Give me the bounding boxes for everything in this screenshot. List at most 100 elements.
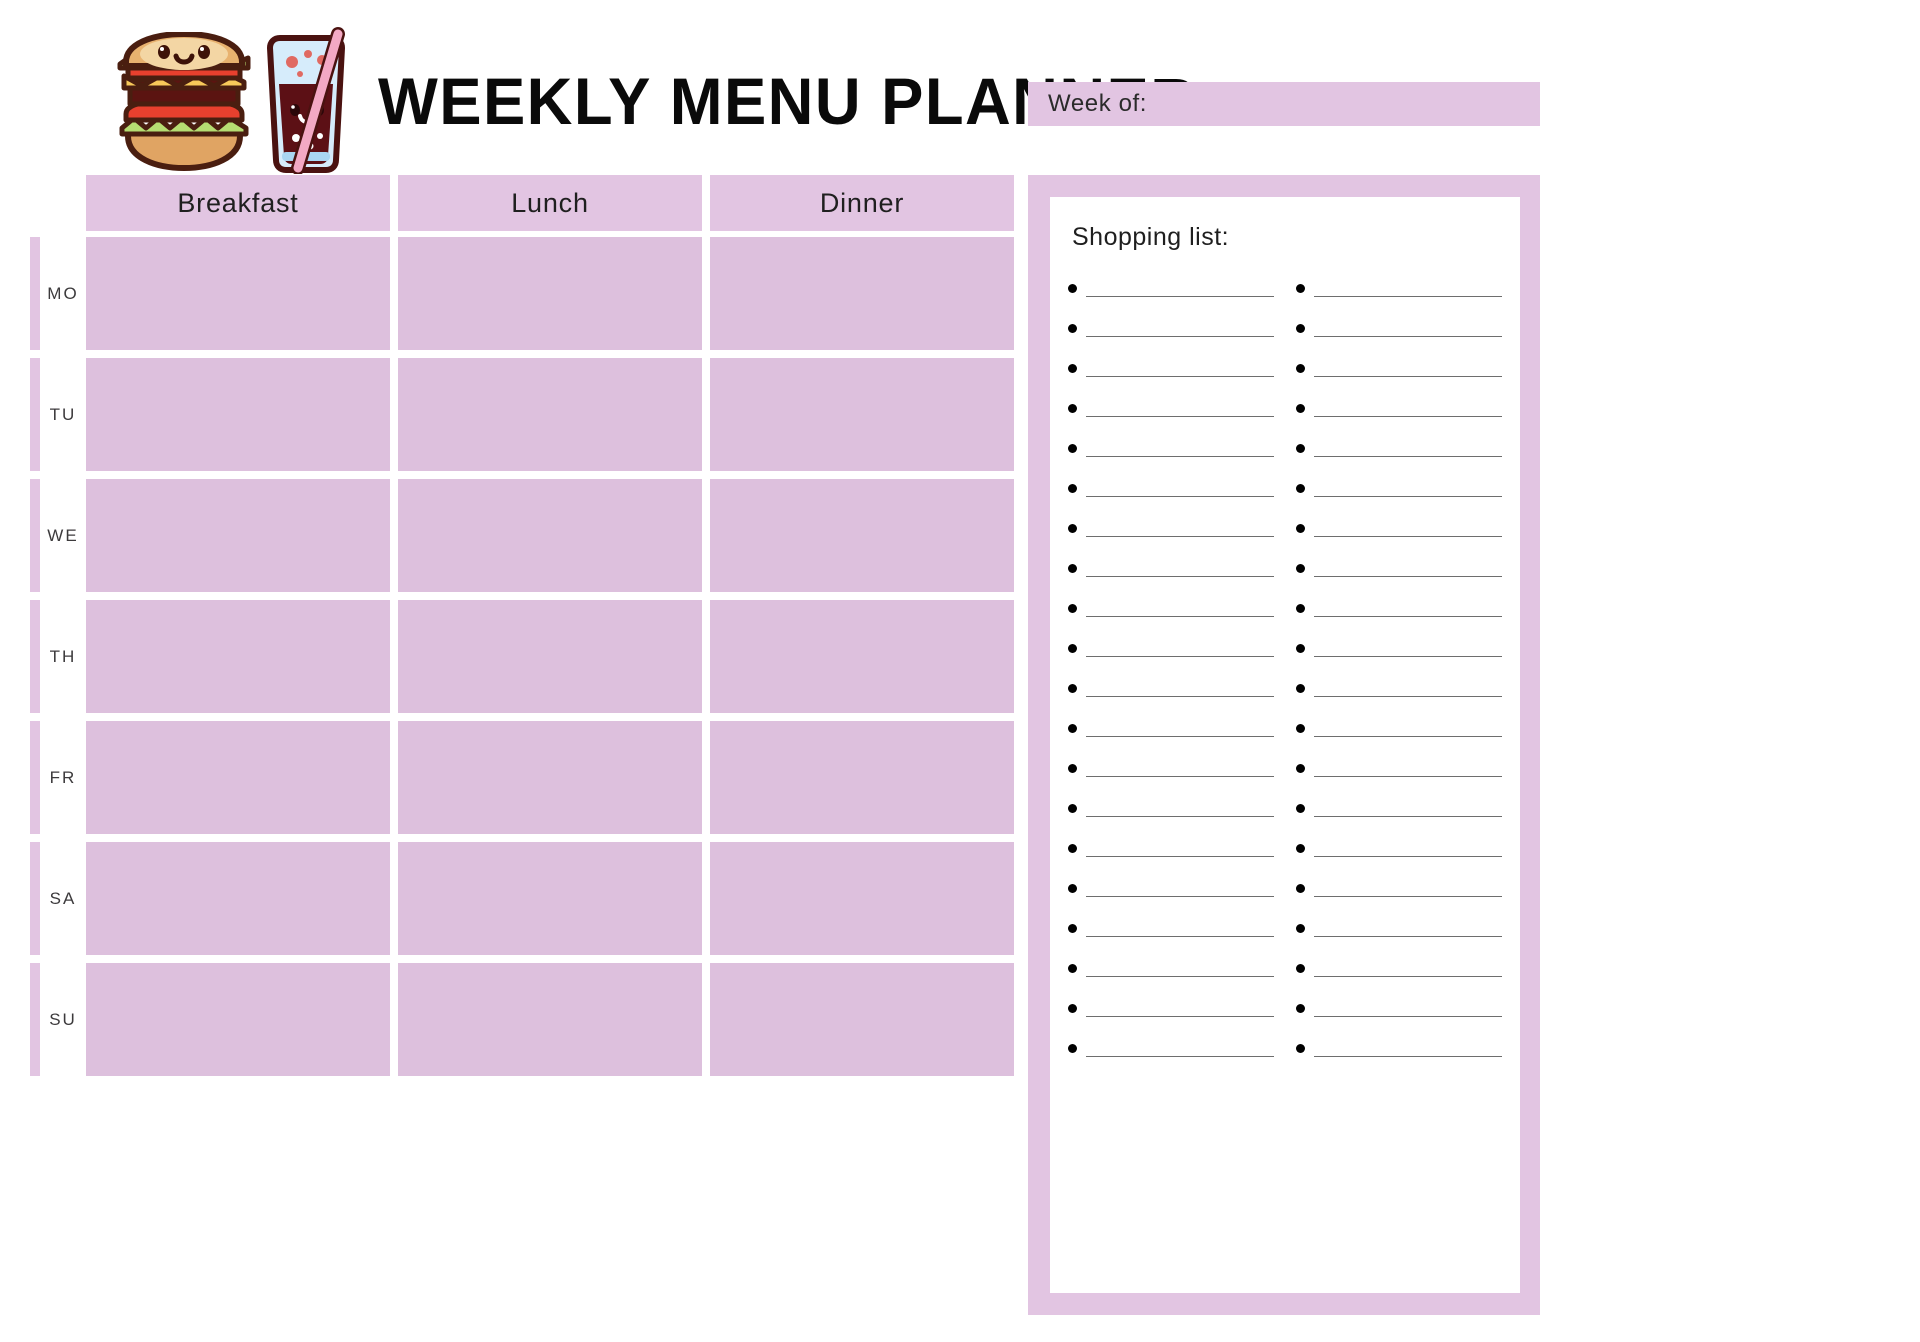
shopping-list-item[interactable] [1296,708,1502,748]
shopping-list-item[interactable] [1296,468,1502,508]
meal-cell-we-dinner[interactable] [710,479,1014,592]
shopping-list-write-line[interactable] [1086,776,1274,777]
shopping-list-item[interactable] [1068,588,1274,628]
shopping-list-item[interactable] [1296,588,1502,628]
shopping-list-item[interactable] [1068,348,1274,388]
shopping-list-item[interactable] [1068,788,1274,828]
shopping-list-item[interactable] [1068,508,1274,548]
shopping-list-write-line[interactable] [1314,296,1502,297]
meal-cell-th-dinner[interactable] [710,600,1014,713]
meal-cell-mo-dinner[interactable] [710,237,1014,350]
shopping-list-item[interactable] [1068,468,1274,508]
meal-cell-tu-dinner[interactable] [710,358,1014,471]
shopping-list-write-line[interactable] [1086,296,1274,297]
shopping-list-item[interactable] [1296,788,1502,828]
shopping-list-write-line[interactable] [1314,416,1502,417]
shopping-list-item[interactable] [1296,868,1502,908]
shopping-list-item[interactable] [1068,908,1274,948]
meal-cell-we-breakfast[interactable] [86,479,390,592]
shopping-list-write-line[interactable] [1086,1056,1274,1057]
shopping-list-item[interactable] [1068,1028,1274,1068]
shopping-list-write-line[interactable] [1314,456,1502,457]
shopping-list-write-line[interactable] [1086,456,1274,457]
shopping-list-write-line[interactable] [1086,736,1274,737]
shopping-list-write-line[interactable] [1314,616,1502,617]
shopping-list-write-line[interactable] [1314,976,1502,977]
shopping-list-item[interactable] [1068,748,1274,788]
shopping-list-write-line[interactable] [1314,376,1502,377]
shopping-list-item[interactable] [1296,828,1502,868]
shopping-list-write-line[interactable] [1086,696,1274,697]
meal-cell-sa-dinner[interactable] [710,842,1014,955]
shopping-list-write-line[interactable] [1086,936,1274,937]
shopping-list-write-line[interactable] [1086,896,1274,897]
shopping-list-item[interactable] [1296,348,1502,388]
meal-cell-su-lunch[interactable] [398,963,702,1076]
shopping-list-item[interactable] [1068,988,1274,1028]
shopping-list-item[interactable] [1296,908,1502,948]
shopping-list-item[interactable] [1296,268,1502,308]
shopping-list-item[interactable] [1068,668,1274,708]
shopping-list-write-line[interactable] [1314,816,1502,817]
shopping-list-item[interactable] [1296,748,1502,788]
meal-cell-fr-dinner[interactable] [710,721,1014,834]
shopping-list-write-line[interactable] [1086,376,1274,377]
meal-cell-sa-lunch[interactable] [398,842,702,955]
shopping-list-item[interactable] [1068,708,1274,748]
shopping-list-write-line[interactable] [1086,656,1274,657]
shopping-list-write-line[interactable] [1314,896,1502,897]
shopping-list-item[interactable] [1068,868,1274,908]
shopping-list-item[interactable] [1296,948,1502,988]
shopping-list-item[interactable] [1068,628,1274,668]
shopping-list-write-line[interactable] [1086,416,1274,417]
shopping-list-write-line[interactable] [1314,336,1502,337]
shopping-list-item[interactable] [1296,388,1502,428]
meal-cell-we-lunch[interactable] [398,479,702,592]
shopping-list-write-line[interactable] [1314,696,1502,697]
shopping-list-write-line[interactable] [1086,1016,1274,1017]
shopping-list-write-line[interactable] [1314,1056,1502,1057]
meal-cell-su-breakfast[interactable] [86,963,390,1076]
meal-cell-fr-lunch[interactable] [398,721,702,834]
week-of-field[interactable]: Week of: [1028,82,1540,126]
shopping-list-write-line[interactable] [1314,936,1502,937]
shopping-list-write-line[interactable] [1086,856,1274,857]
shopping-list-item[interactable] [1296,628,1502,668]
shopping-list-write-line[interactable] [1314,536,1502,537]
shopping-list-item[interactable] [1296,548,1502,588]
meal-cell-sa-breakfast[interactable] [86,842,390,955]
shopping-list-write-line[interactable] [1086,976,1274,977]
shopping-list-item[interactable] [1068,828,1274,868]
shopping-list-write-line[interactable] [1314,496,1502,497]
shopping-list-write-line[interactable] [1314,656,1502,657]
shopping-list-write-line[interactable] [1314,736,1502,737]
shopping-list-write-line[interactable] [1086,536,1274,537]
shopping-list-item[interactable] [1296,508,1502,548]
meal-cell-mo-lunch[interactable] [398,237,702,350]
meal-cell-tu-breakfast[interactable] [86,358,390,471]
shopping-list-write-line[interactable] [1086,576,1274,577]
shopping-list-item[interactable] [1068,548,1274,588]
shopping-list-item[interactable] [1296,308,1502,348]
shopping-list-item[interactable] [1296,428,1502,468]
shopping-list-item[interactable] [1068,268,1274,308]
shopping-list-item[interactable] [1296,1028,1502,1068]
shopping-list-write-line[interactable] [1314,1016,1502,1017]
shopping-list-write-line[interactable] [1086,336,1274,337]
shopping-list-item[interactable] [1296,988,1502,1028]
shopping-list-write-line[interactable] [1314,856,1502,857]
shopping-list-item[interactable] [1068,948,1274,988]
shopping-list-write-line[interactable] [1086,816,1274,817]
meal-cell-th-breakfast[interactable] [86,600,390,713]
meal-cell-fr-breakfast[interactable] [86,721,390,834]
shopping-list-write-line[interactable] [1314,576,1502,577]
shopping-list-item[interactable] [1068,388,1274,428]
shopping-list-write-line[interactable] [1086,496,1274,497]
meal-cell-su-dinner[interactable] [710,963,1014,1076]
shopping-list-item[interactable] [1068,428,1274,468]
shopping-list-item[interactable] [1296,668,1502,708]
meal-cell-mo-breakfast[interactable] [86,237,390,350]
shopping-list-write-line[interactable] [1314,776,1502,777]
shopping-list-item[interactable] [1068,308,1274,348]
shopping-list-write-line[interactable] [1086,616,1274,617]
